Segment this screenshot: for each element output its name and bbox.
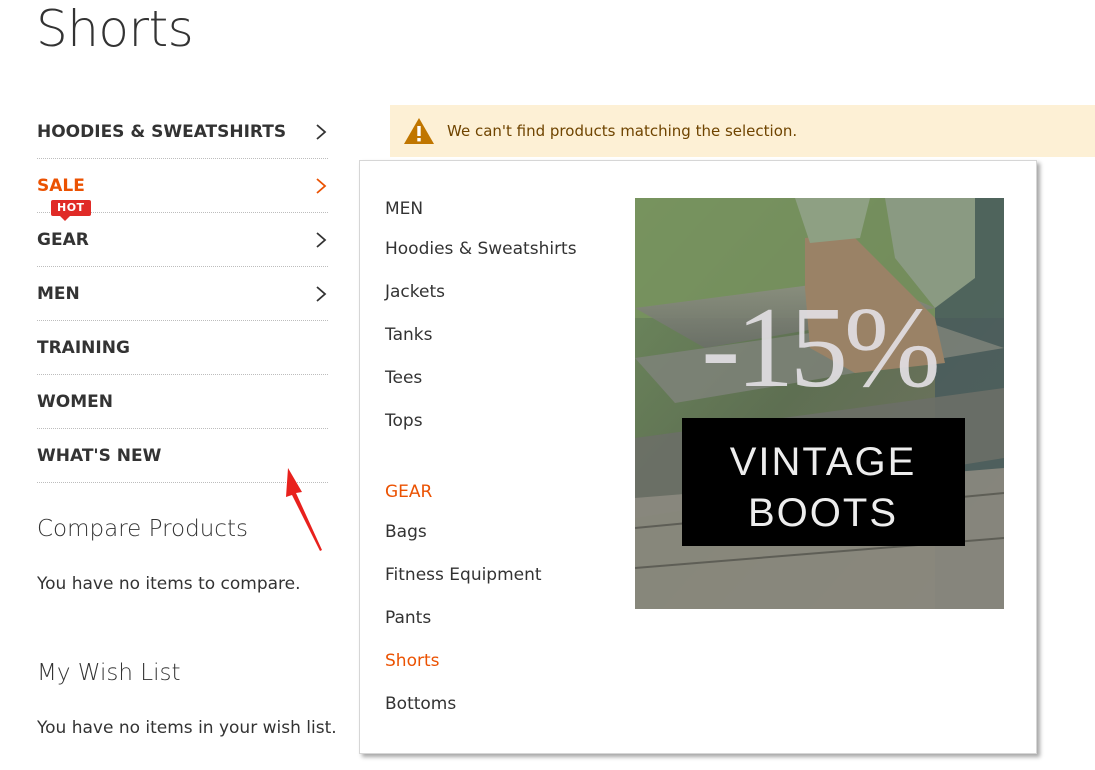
menu-heading-men[interactable]: MEN [385, 199, 423, 219]
sidebar-item-label: SALE [37, 175, 85, 196]
menu-link-bags[interactable]: Bags [385, 522, 427, 542]
sidebar-item-label: GEAR [37, 229, 89, 250]
annotation-arrow-icon [286, 468, 322, 551]
menu-link-tops[interactable]: Tops [385, 411, 423, 431]
sidebar-nav: HOODIES & SWEATSHIRTS SALE HOT GEAR MEN … [37, 105, 328, 483]
sidebar-item-label: MEN [37, 283, 80, 304]
chevron-right-icon[interactable] [314, 285, 328, 303]
menu-link-tees[interactable]: Tees [385, 368, 422, 388]
promo-banner-image[interactable]: -15% VINTAGE BOOTS [635, 198, 1004, 609]
warning-icon [403, 117, 435, 145]
chevron-right-icon[interactable] [314, 177, 328, 195]
sidebar-item-label: WHAT'S NEW [37, 445, 162, 466]
menu-link-jackets[interactable]: Jackets [385, 282, 445, 302]
no-products-notice: We can't find products matching the sele… [390, 105, 1095, 157]
hot-badge: HOT [51, 200, 91, 221]
notice-message: We can't find products matching the sele… [447, 122, 798, 140]
promo-line-2: BOOTS [748, 491, 898, 535]
chevron-right-icon[interactable] [314, 123, 328, 141]
sidebar-item-women[interactable]: WOMEN [37, 375, 328, 429]
wishlist-title: My Wish List [37, 660, 181, 686]
promo-discount: -15% [701, 284, 937, 412]
mega-menu-dropdown: MEN Hoodies & Sweatshirts Jackets Tanks … [359, 160, 1037, 754]
sidebar-item-men[interactable]: MEN [37, 267, 328, 321]
sidebar-item-label: HOODIES & SWEATSHIRTS [37, 121, 287, 142]
promo-line-1: VINTAGE [730, 440, 917, 484]
compare-products-title: Compare Products [37, 516, 248, 542]
menu-heading-gear[interactable]: GEAR [385, 482, 432, 502]
menu-link-tanks[interactable]: Tanks [385, 325, 432, 345]
sidebar-item-hoodies-sweatshirts[interactable]: HOODIES & SWEATSHIRTS [37, 105, 328, 159]
sidebar-item-training[interactable]: TRAINING [37, 321, 328, 375]
compare-empty-text: You have no items to compare. [37, 574, 301, 594]
sidebar-item-label: TRAINING [37, 337, 130, 358]
wishlist-empty-text: You have no items in your wish list. [37, 718, 337, 738]
page-title: Shorts [36, 0, 194, 58]
menu-link-pants[interactable]: Pants [385, 608, 431, 628]
menu-link-hoodies-sweatshirts[interactable]: Hoodies & Sweatshirts [385, 239, 577, 259]
sidebar-item-label: WOMEN [37, 391, 113, 412]
chevron-right-icon[interactable] [314, 231, 328, 249]
menu-link-shorts[interactable]: Shorts [385, 651, 439, 671]
menu-link-bottoms[interactable]: Bottoms [385, 694, 456, 714]
menu-link-fitness-equipment[interactable]: Fitness Equipment [385, 565, 542, 585]
sidebar-item-gear[interactable]: HOT GEAR [37, 200, 328, 267]
